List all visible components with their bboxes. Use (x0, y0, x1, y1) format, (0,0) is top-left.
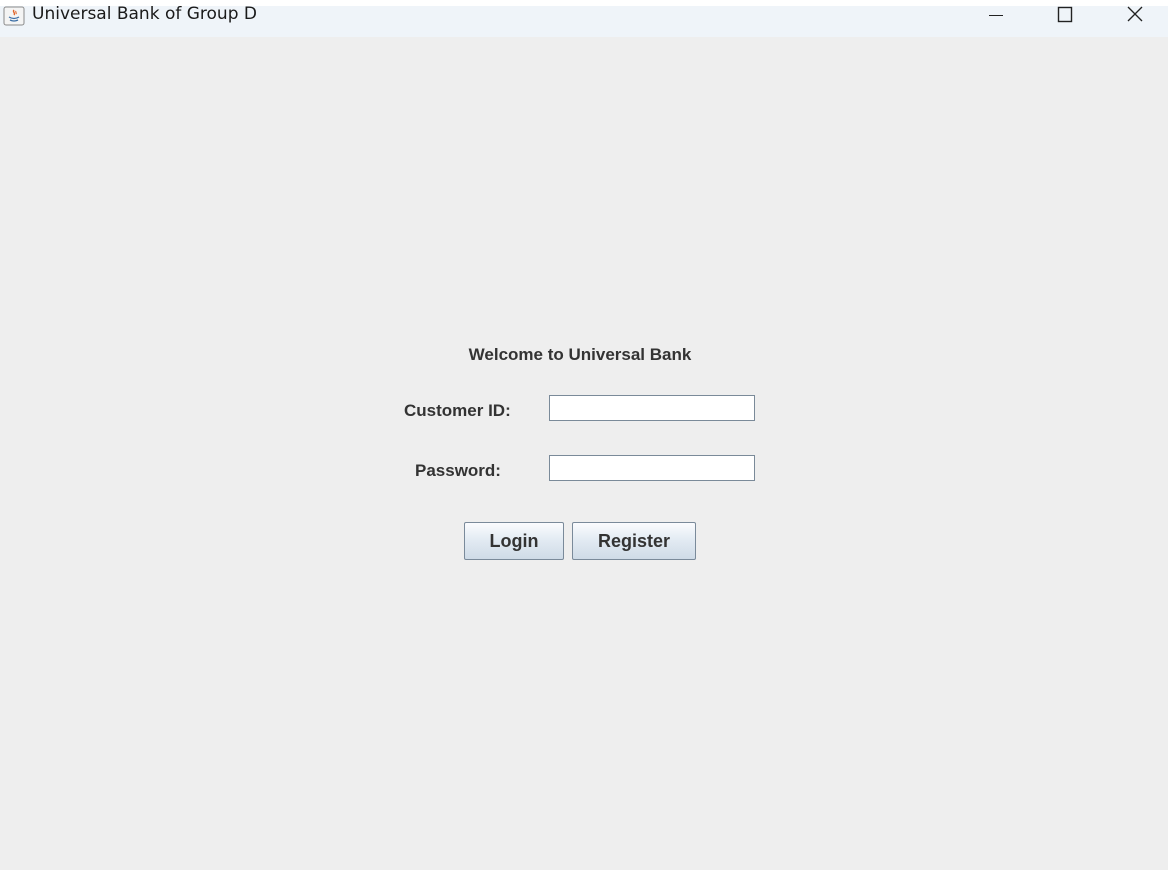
customer-id-label: Customer ID: (404, 401, 511, 420)
close-icon[interactable] (1112, 0, 1158, 30)
maximize-icon[interactable] (1041, 0, 1087, 30)
login-button[interactable]: Login (464, 522, 564, 560)
java-app-icon (3, 6, 25, 26)
app-window: Universal Bank of Group D Welcome to Uni… (0, 4, 1168, 870)
password-label: Password: (415, 461, 501, 480)
title-bar[interactable]: Universal Bank of Group D (0, 4, 1168, 37)
register-button[interactable]: Register (572, 522, 696, 560)
welcome-heading: Welcome to Universal Bank (468, 345, 692, 364)
minimize-icon[interactable] (972, 0, 1018, 30)
window-title: Universal Bank of Group D (32, 4, 257, 24)
password-field[interactable] (549, 455, 755, 481)
customer-id-field[interactable] (549, 395, 755, 421)
login-panel: Welcome to Universal Bank Customer ID: P… (0, 37, 1168, 870)
